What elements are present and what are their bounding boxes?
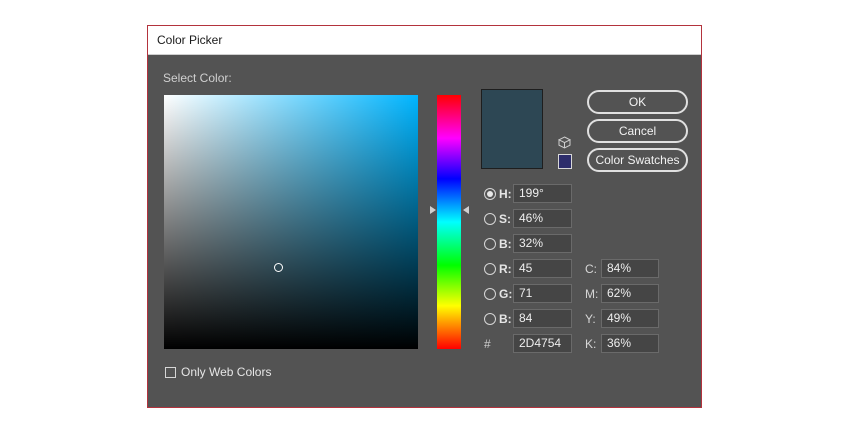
r-label: R:: [499, 262, 512, 276]
hue-slider-right-arrow-icon[interactable]: [463, 206, 469, 214]
radio-h[interactable]: [484, 188, 496, 200]
only-web-colors-label: Only Web Colors: [181, 365, 272, 379]
color-field[interactable]: [164, 95, 418, 349]
radio-r[interactable]: [484, 263, 496, 275]
cancel-button[interactable]: Cancel: [587, 119, 688, 143]
web-safe-color-swatch[interactable]: [558, 154, 572, 169]
g-input[interactable]: 71: [513, 284, 572, 303]
k-input[interactable]: 36%: [601, 334, 659, 353]
cube-icon[interactable]: [558, 136, 571, 149]
s-label: S:: [499, 212, 511, 226]
y-label: Y:: [585, 312, 596, 326]
ok-button[interactable]: OK: [587, 90, 688, 114]
b-hsb-input[interactable]: 32%: [513, 234, 572, 253]
m-input[interactable]: 62%: [601, 284, 659, 303]
dialog-title: Color Picker: [157, 33, 223, 47]
r-input[interactable]: 45: [513, 259, 572, 278]
b-hsb-label: B:: [499, 237, 512, 251]
h-input[interactable]: 199°: [513, 184, 572, 203]
radio-s[interactable]: [484, 213, 496, 225]
h-label: H:: [499, 187, 512, 201]
radio-g[interactable]: [484, 288, 496, 300]
color-preview-swatch: [481, 89, 543, 169]
title-bar[interactable]: Color Picker: [148, 26, 701, 55]
g-label: G:: [499, 287, 513, 301]
hue-slider[interactable]: [437, 95, 461, 349]
b-rgb-input[interactable]: 84: [513, 309, 572, 328]
only-web-colors-checkbox[interactable]: [165, 367, 176, 378]
c-input[interactable]: 84%: [601, 259, 659, 278]
m-label: M:: [585, 287, 599, 301]
select-color-label: Select Color:: [163, 71, 232, 85]
radio-b-rgb[interactable]: [484, 313, 496, 325]
y-input[interactable]: 49%: [601, 309, 659, 328]
b-rgb-label: B:: [499, 312, 512, 326]
c-label: C:: [585, 262, 597, 276]
color-swatches-button[interactable]: Color Swatches: [587, 148, 688, 172]
color-picker-dialog: Color Picker Select Color: OK Cancel Col…: [147, 25, 702, 408]
hex-label: #: [484, 337, 491, 351]
color-field-marker[interactable]: [274, 263, 283, 272]
k-label: K:: [585, 337, 597, 351]
radio-b-hsb[interactable]: [484, 238, 496, 250]
hex-input[interactable]: 2D4754: [513, 334, 572, 353]
s-input[interactable]: 46%: [513, 209, 572, 228]
hue-slider-left-arrow-icon[interactable]: [430, 206, 436, 214]
